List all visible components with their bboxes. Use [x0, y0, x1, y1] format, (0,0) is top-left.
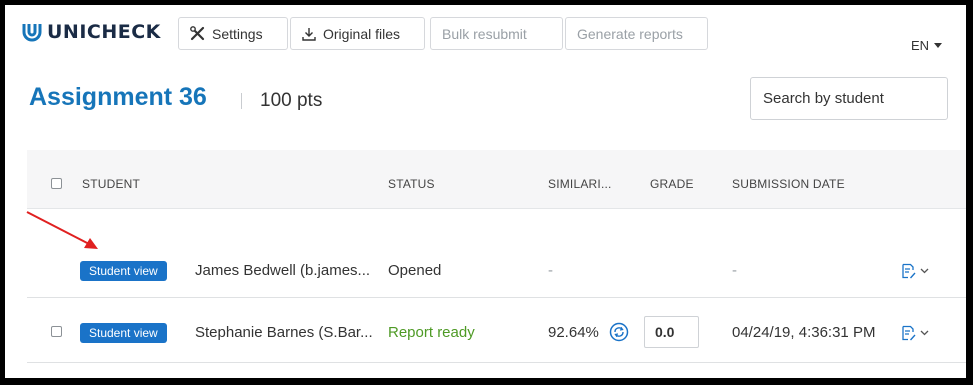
original-files-button[interactable]: Original files: [290, 17, 425, 50]
student-view-button[interactable]: Student view: [80, 323, 167, 343]
bulk-resubmit-button[interactable]: Bulk resubmit: [430, 17, 563, 50]
title-divider: [241, 93, 242, 109]
download-icon: [302, 27, 316, 41]
unicheck-logo: UNICHECK: [21, 21, 161, 43]
similarity-value: 92.64%: [548, 324, 599, 341]
student-name: James Bedwell (b.james...: [195, 262, 371, 279]
unicheck-panel: UNICHECK Settings Original files Bulk re…: [5, 5, 966, 378]
table-header: STUDENT STATUS SIMILARI... GRADE SUBMISS…: [27, 150, 966, 209]
language-label: EN: [910, 38, 929, 53]
grade-input[interactable]: [644, 316, 699, 348]
submission-date: -: [732, 262, 737, 279]
original-files-label: Original files: [323, 25, 401, 42]
table-row: Student view Stephanie Barnes (S.Bar... …: [27, 298, 966, 363]
generate-reports-button[interactable]: Generate reports: [565, 17, 708, 50]
status-text: Report ready: [388, 324, 475, 341]
row-checkbox[interactable]: [51, 326, 62, 337]
chevron-down-icon: [920, 330, 929, 336]
header-submission-date[interactable]: SUBMISSION DATE: [732, 177, 845, 191]
resubmit-icon[interactable]: [609, 322, 629, 342]
similarity-value: -: [548, 262, 553, 279]
unicheck-logo-icon: [22, 24, 42, 42]
header-similarity[interactable]: SIMILARI...: [548, 177, 612, 191]
language-selector[interactable]: EN: [911, 38, 942, 53]
logo-text: UNICHECK: [47, 21, 161, 43]
submission-date: 04/24/19, 4:36:31 PM: [732, 324, 876, 341]
chevron-down-icon: [934, 43, 942, 48]
header-student[interactable]: STUDENT: [82, 177, 140, 191]
settings-label: Settings: [212, 25, 263, 42]
chevron-down-icon: [920, 268, 929, 274]
status-text: Opened: [388, 262, 442, 279]
header-status[interactable]: STATUS: [388, 177, 435, 191]
row-actions-menu[interactable]: [901, 263, 929, 279]
bulk-resubmit-label: Bulk resubmit: [442, 25, 527, 42]
select-all-checkbox[interactable]: [51, 178, 62, 189]
assignment-title: Assignment 36: [29, 83, 207, 111]
settings-button[interactable]: Settings: [178, 17, 288, 50]
row-actions-menu[interactable]: [901, 325, 929, 341]
document-edit-icon: [902, 263, 916, 279]
student-name: Stephanie Barnes (S.Bar...: [195, 324, 373, 341]
settings-tools-icon: [190, 26, 205, 41]
search-input[interactable]: [750, 77, 948, 120]
table-row: Student view James Bedwell (b.james... O…: [27, 209, 966, 298]
student-view-button[interactable]: Student view: [80, 261, 167, 281]
header-grade[interactable]: GRADE: [650, 177, 694, 191]
assignment-points: 100 pts: [260, 90, 323, 111]
document-edit-icon: [902, 325, 916, 341]
generate-reports-label: Generate reports: [577, 25, 683, 42]
